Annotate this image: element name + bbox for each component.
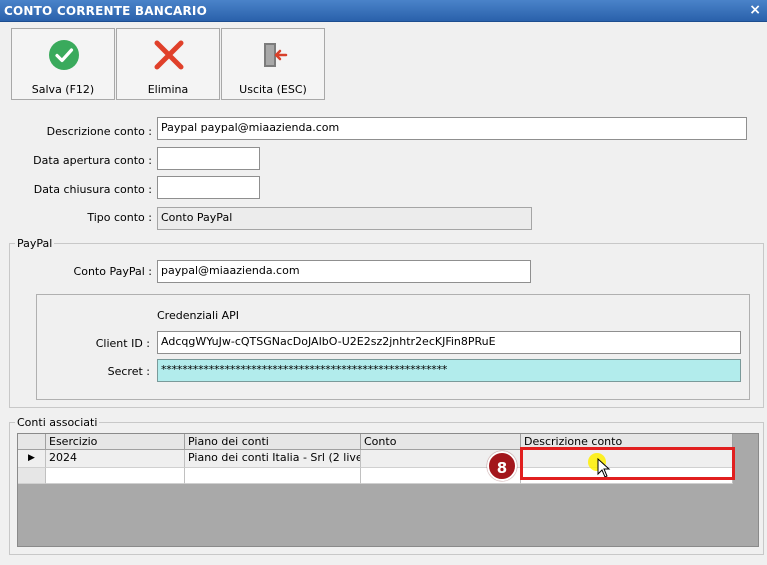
table-cell-piano[interactable]: Piano dei conti Italia - Srl (2 livelli) [185,450,361,468]
save-button[interactable]: Salva (F12) [11,28,115,100]
col-header-piano[interactable]: Piano dei conti [185,434,361,450]
secret-label: Secret : [107,365,150,378]
apertura-label: Data apertura conto : [33,154,152,167]
col-header-conto[interactable]: Conto [361,434,521,450]
new-row-cell[interactable] [185,468,361,484]
chiusura-date-input[interactable] [157,176,260,199]
exit-button[interactable]: Uscita (ESC) [221,28,325,100]
new-row-cell[interactable] [46,468,185,484]
tipo-conto-field: Conto PayPal [157,207,532,230]
title-bar: CONTO CORRENTE BANCARIO × [0,0,767,22]
chiusura-label: Data chiusura conto : [33,183,152,196]
table-cell-esercizio[interactable]: 2024 [46,450,185,468]
save-button-label: Salva (F12) [31,83,95,96]
client-id-input[interactable]: AdcqgWYuJw-cQTSGNacDoJAIbO-U2E2sz2jnhtr2… [157,331,741,354]
tipo-conto-label: Tipo conto : [87,211,152,224]
client-id-label: Client ID : [95,337,150,350]
close-icon[interactable]: × [749,2,761,18]
secret-input[interactable]: ****************************************… [157,359,741,382]
delete-button[interactable]: Elimina [116,28,220,100]
conto-paypal-label: Conto PayPal : [73,265,152,278]
exit-door-icon [264,43,288,67]
delete-button-label: Elimina [147,83,189,96]
col-header-esercizio[interactable]: Esercizio [46,434,185,450]
descrizione-input[interactable]: Paypal paypal@miaazienda.com [157,117,747,140]
descrizione-label: Descrizione conto : [46,125,152,138]
window-title: CONTO CORRENTE BANCARIO [4,4,207,18]
apertura-date-input[interactable] [157,147,260,170]
step-badge: 8 [487,451,517,481]
row-indicator[interactable]: ▶ [18,450,46,468]
conti-associati-title: Conti associati [15,416,100,429]
conto-paypal-input[interactable]: paypal@miaazienda.com [157,260,531,283]
check-circle-icon [49,40,79,70]
exit-button-label: Uscita (ESC) [239,83,307,96]
new-row-indicator[interactable] [18,468,46,484]
x-delete-icon [154,40,184,70]
grid-corner [18,434,46,450]
highlight-box [520,447,735,480]
paypal-group-title: PayPal [15,237,55,250]
credentials-title: Credenziali API [157,309,240,322]
